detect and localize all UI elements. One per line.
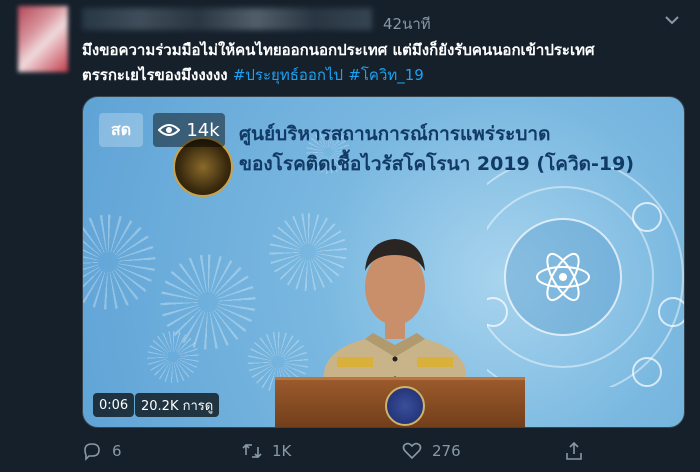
video-headline-line1: ศูนย์บริหารสถานการณ์การแพร่ระบาด <box>239 123 551 145</box>
tweet-text: มึงขอความร่วมมือไม่ให้คนไทยออกนอกประเทศ … <box>82 38 682 88</box>
reply-button[interactable]: 6 <box>82 436 122 466</box>
hashtag-link[interactable]: #โควิท_19 <box>348 66 424 84</box>
share-button[interactable] <box>564 436 584 466</box>
like-button[interactable]: 276 <box>402 436 461 466</box>
tweet-text-line1: มึงขอความร่วมมือไม่ให้คนไทยออกนอกประเทศ … <box>82 41 595 59</box>
retweet-button[interactable]: 1K <box>242 436 291 466</box>
tweet-text-line2: ตรรกะเยไรของมึงงงงง #ประยุทธ์ออกไป #โควิ… <box>82 63 682 88</box>
retweet-count: 1K <box>272 442 292 460</box>
tweet-text-part: ตรรกะเ <box>82 66 131 84</box>
viewer-count-badge: 14k <box>153 113 225 147</box>
author-name-redacted[interactable] <box>82 8 372 30</box>
live-badge: สด <box>99 113 143 147</box>
viewer-count: 14k <box>186 119 220 141</box>
reply-count: 6 <box>112 442 122 460</box>
avatar[interactable] <box>18 6 68 72</box>
eye-icon <box>158 124 181 136</box>
tweet-actions: 6 1K 276 <box>82 436 682 466</box>
podium <box>275 377 525 427</box>
tweet-text-part: ยไรของมึงงงงง <box>130 66 233 84</box>
virus-diagram <box>487 167 684 387</box>
firework-decoration <box>83 207 163 317</box>
video-player[interactable]: ศูนย์บริหารสถานการณ์การแพร่ระบาด ของโรคต… <box>82 96 685 428</box>
retweet-icon <box>242 443 262 459</box>
firework-decoration <box>143 327 203 387</box>
podium-seal-icon <box>385 386 425 426</box>
reply-icon <box>84 443 100 461</box>
video-play-count: 20.2K การดู <box>135 393 220 417</box>
video-elapsed-time: 0:06 <box>93 393 135 417</box>
tweet[interactable]: 42นาที มึงขอความร่วมมือไม่ให้คนไทยออกนอก… <box>0 0 700 472</box>
hashtag-link[interactable]: #ประยุทธ์ออกไป <box>233 66 343 84</box>
share-icon <box>566 441 582 460</box>
timestamp[interactable]: 42นาที <box>383 12 431 36</box>
like-count: 276 <box>432 442 461 460</box>
heart-icon <box>402 442 422 460</box>
chevron-down-icon[interactable] <box>664 14 680 26</box>
